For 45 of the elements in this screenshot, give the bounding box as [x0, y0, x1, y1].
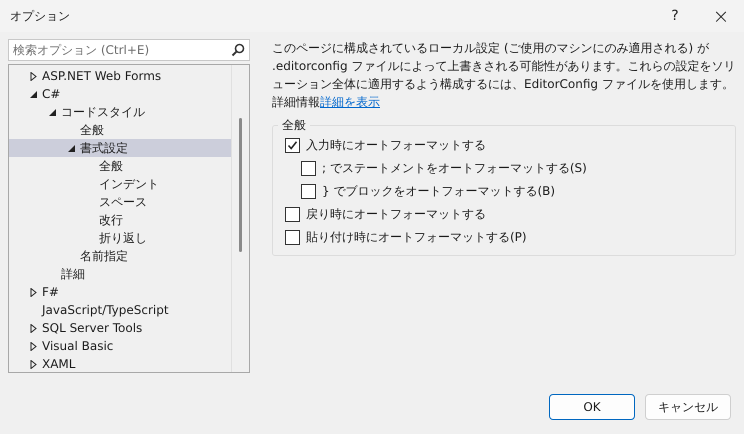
tree-item[interactable]: C# [9, 85, 231, 103]
ok-button[interactable]: OK [549, 394, 635, 420]
tree-item[interactable]: 詳細 [9, 265, 231, 283]
description-text: このページに構成されているローカル設定 (ご使用のマシンにのみ適用される) が .editorconfig ファイルによって上書きされる可能性があります。これらの設定をソリューション全体に適用するよう構成するには、EditorConfig ファイルを使用します。詳細情報詳細を表示 [272, 40, 736, 111]
expanded-icon[interactable] [67, 144, 76, 152]
tree-item[interactable]: 名前指定 [9, 247, 231, 265]
checkbox-label: 入力時にオートフォーマットする [306, 137, 486, 154]
tree-item[interactable]: スペース [9, 193, 231, 211]
collapsed-icon[interactable] [29, 324, 38, 332]
search-icon [231, 43, 245, 57]
tree-item[interactable]: Visual Basic [9, 337, 231, 355]
checkbox-label: ; でステートメントをオートフォーマットする(S) [322, 160, 587, 177]
window-title: オプション [10, 8, 70, 24]
checkbox[interactable] [301, 184, 316, 199]
tree-item[interactable]: XAML [9, 355, 231, 373]
details-link[interactable]: 詳細を表示 [320, 95, 380, 109]
tree-item[interactable]: 改行 [9, 211, 231, 229]
tree-item[interactable]: 書式設定 [9, 139, 231, 157]
tree-item[interactable]: 全般 [9, 121, 231, 139]
collapsed-icon[interactable] [29, 342, 38, 350]
help-button[interactable]: ? [652, 0, 698, 32]
tree-item[interactable]: 全般 [9, 157, 231, 175]
scrollbar-thumb[interactable] [239, 118, 242, 252]
tree-item[interactable]: 折り返し [9, 229, 231, 247]
checkbox[interactable] [285, 230, 300, 245]
checkbox-label: 貼り付け時にオートフォーマットする(P) [306, 229, 527, 246]
checkbox-label: 戻り時にオートフォーマットする [306, 206, 486, 223]
tree-item[interactable]: インデント [9, 175, 231, 193]
checkbox[interactable] [285, 207, 300, 222]
search-field[interactable]: 検索オプション (Ctrl+E) [8, 39, 250, 61]
checkbox[interactable] [285, 138, 300, 153]
tree-item[interactable]: コードスタイル [9, 103, 231, 121]
tree-item[interactable]: SQL Server Tools [9, 319, 231, 337]
tree-item[interactable]: F# [9, 283, 231, 301]
tree-item[interactable]: ASP.NET Web Forms [9, 67, 231, 85]
collapsed-icon[interactable] [29, 288, 38, 296]
checkbox-label: } でブロックをオートフォーマットする(B) [322, 183, 556, 200]
close-button[interactable]: × [698, 0, 744, 32]
tree-item[interactable]: JavaScript/TypeScript [9, 301, 231, 319]
collapsed-icon[interactable] [29, 72, 38, 80]
checkbox[interactable] [301, 161, 316, 176]
cancel-button[interactable]: キャンセル [645, 394, 731, 420]
expanded-icon[interactable] [48, 108, 57, 116]
expanded-icon[interactable] [29, 90, 38, 98]
collapsed-icon[interactable] [29, 360, 38, 368]
